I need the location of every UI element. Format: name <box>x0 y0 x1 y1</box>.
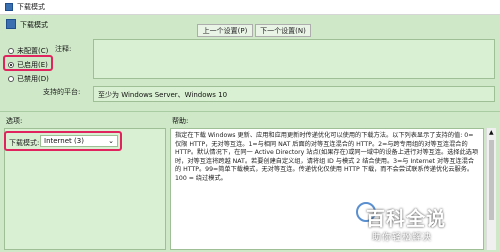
supported-platforms: 至少为 Windows Server、Windows 10 <box>93 86 495 102</box>
help-label: 帮助: <box>172 117 189 125</box>
policy-window: 下载模式 下载模式 上一个设置(P) 下一个设置(N) 未配置(C) 已启用(E… <box>0 0 500 252</box>
watermark: 百科全说 助你轻松解决 <box>356 202 496 246</box>
comment-field[interactable] <box>93 39 495 79</box>
title-bar: 下载模式 <box>0 0 500 15</box>
help-text: 指定在下载 Windows 更新、应用和应用更新时传递优化可以使用的下载方法。以… <box>175 132 479 182</box>
comment-label: 注释: <box>55 45 72 53</box>
options-label: 选项: <box>6 117 23 125</box>
divider <box>0 111 500 112</box>
radio-disabled[interactable]: 已禁用(D) <box>8 74 49 84</box>
radio-dot[interactable] <box>8 48 14 54</box>
watermark-subtitle: 助你轻松解决 <box>372 233 433 243</box>
scroll-up-icon[interactable]: ▲ <box>489 129 494 136</box>
window-title: 下载模式 <box>17 3 45 11</box>
supported-label: 支持的平台: <box>43 88 81 96</box>
setting-title: 下载模式 <box>20 21 48 29</box>
previous-setting-button[interactable]: 上一个设置(P) <box>197 24 253 37</box>
policy-icon <box>5 3 13 11</box>
watermark-title: 百科全说 <box>366 208 447 230</box>
radio-dot[interactable] <box>8 76 14 82</box>
setting-icon <box>6 19 16 29</box>
download-mode-highlight <box>4 131 122 151</box>
radio-label: 已禁用(D) <box>17 75 49 83</box>
enabled-highlight <box>3 55 53 71</box>
next-setting-button[interactable]: 下一个设置(N) <box>255 24 311 37</box>
